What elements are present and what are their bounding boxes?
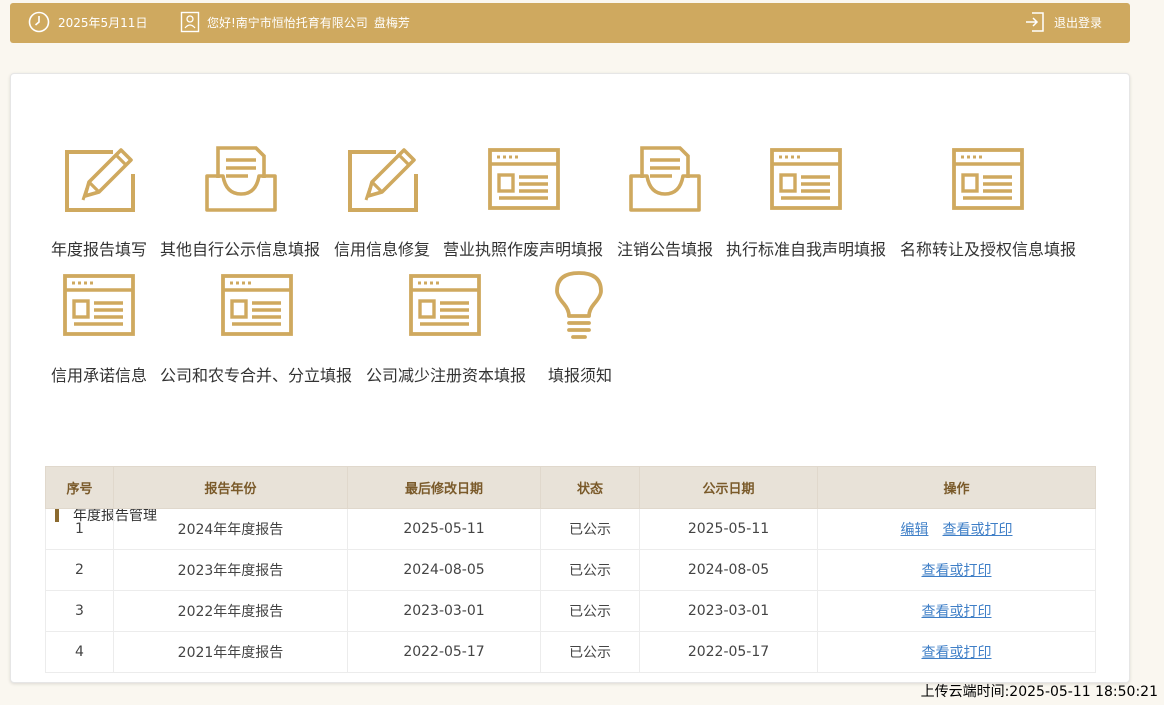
tile-label[interactable]: 公司和农专合并、分立填报: [160, 362, 352, 386]
tile-label[interactable]: 其他自行公示信息填报: [160, 236, 320, 260]
inbox-tray-icon[interactable]: [204, 144, 278, 218]
tile-label[interactable]: 信用信息修复: [334, 236, 430, 260]
tile-label[interactable]: 信用承诺信息: [51, 362, 147, 386]
cell-published: 2022-05-17: [639, 631, 818, 673]
table-row: 1 2024年年度报告 2025-05-11 已公示 2025-05-11 编辑 查看或打印: [45, 508, 1096, 550]
cell-status: 已公示: [540, 549, 640, 591]
tile-label[interactable]: 营业执照作废声明填报: [443, 236, 603, 260]
tile-label[interactable]: 名称转让及授权信息填报: [900, 236, 1076, 260]
cell-modified: 2022-05-17: [347, 631, 541, 673]
upload-time: 上传云端时间:2025-05-11 18:50:21: [920, 684, 1158, 700]
browser-form-icon[interactable]: [221, 274, 293, 340]
logout-button[interactable]: 退出登录: [1024, 11, 1102, 33]
cell-published: 2024-08-05: [639, 549, 818, 591]
tile-label[interactable]: 年度报告填写: [51, 236, 147, 260]
view-print-link[interactable]: 查看或打印: [943, 522, 1013, 538]
view-print-link[interactable]: 查看或打印: [922, 563, 992, 579]
cell-modified: 2024-08-05: [347, 549, 541, 591]
cell-actions: 查看或打印: [817, 590, 1096, 632]
pencil-edit-icon[interactable]: [346, 144, 420, 218]
top-bar: 2025年5月11日 您好!南宁市恒怡托育有限公司 盘梅芳 退出登录: [10, 3, 1130, 43]
cell-year: 2023年年度报告: [113, 549, 348, 591]
greeting: 您好!南宁市恒怡托育有限公司 盘梅芳: [180, 11, 410, 33]
table-row: 4 2021年年度报告 2022-05-17 已公示 2022-05-17 查看或打印: [45, 631, 1096, 673]
cell-modified: 2025-05-11: [347, 508, 541, 550]
browser-form-icon[interactable]: [63, 274, 135, 340]
cell-modified: 2023-03-01: [347, 590, 541, 632]
logout-label: 退出登录: [1053, 15, 1102, 30]
logout-icon: [1025, 12, 1044, 32]
cell-year: 2024年年度报告: [113, 508, 348, 550]
browser-form-icon[interactable]: [409, 274, 481, 340]
cell-published: 2023-03-01: [639, 590, 818, 632]
view-print-link[interactable]: 查看或打印: [922, 604, 992, 620]
user-name: 盘梅芳: [373, 15, 410, 30]
date-text: 2025年5月11日: [58, 15, 148, 30]
annual-report-table: 序号 报告年份 最后修改日期 状态 公示日期 操作 1 2024年年度报告 2025…: [45, 466, 1096, 673]
cell-actions: 查看或打印: [817, 631, 1096, 673]
user-badge-icon: [180, 11, 200, 33]
clock-icon: [28, 11, 50, 33]
cell-year: 2021年年度报告: [113, 631, 348, 673]
header-status: 状态: [540, 466, 640, 509]
tile-label[interactable]: 执行标准自我声明填报: [726, 236, 886, 260]
cell-no: 2: [45, 549, 114, 591]
table-header-row: 序号 报告年份 最后修改日期 状态 公示日期 操作: [45, 466, 1096, 509]
browser-form-icon[interactable]: [488, 148, 560, 214]
tile-label[interactable]: 公司减少注册资本填报: [366, 362, 526, 386]
browser-form-icon[interactable]: [770, 148, 842, 214]
header-actions: 操作: [817, 466, 1096, 509]
tile-label[interactable]: 注销公告填报: [617, 236, 713, 260]
table-row: 3 2022年年度报告 2023-03-01 已公示 2023-03-01 查看或打印: [45, 590, 1096, 632]
cell-no: 4: [45, 631, 114, 673]
cell-status: 已公示: [540, 508, 640, 550]
header-no: 序号: [45, 466, 114, 509]
header-modified: 最后修改日期: [347, 466, 541, 509]
table-row: 2 2023年年度报告 2024-08-05 已公示 2024-08-05 查看或打印: [45, 549, 1096, 591]
lightbulb-icon[interactable]: [554, 270, 604, 348]
pencil-edit-icon[interactable]: [63, 144, 137, 218]
cell-year: 2022年年度报告: [113, 590, 348, 632]
greeting-text: 您好!南宁市恒怡托育有限公司: [207, 15, 368, 30]
header-published: 公示日期: [639, 466, 818, 509]
cell-no: 3: [45, 590, 114, 632]
inbox-tray-icon[interactable]: [628, 144, 702, 218]
cell-actions: 编辑 查看或打印: [817, 508, 1096, 550]
cell-no: 1: [45, 508, 114, 550]
cell-actions: 查看或打印: [817, 549, 1096, 591]
date-display: 2025年5月11日: [28, 11, 147, 33]
header-year: 报告年份: [113, 466, 348, 509]
edit-link[interactable]: 编辑: [901, 522, 929, 538]
cell-published: 2025-05-11: [639, 508, 818, 550]
view-print-link[interactable]: 查看或打印: [922, 645, 992, 661]
tile-label[interactable]: 填报须知: [548, 362, 612, 386]
browser-form-icon[interactable]: [952, 148, 1024, 214]
cell-status: 已公示: [540, 590, 640, 632]
cell-status: 已公示: [540, 631, 640, 673]
